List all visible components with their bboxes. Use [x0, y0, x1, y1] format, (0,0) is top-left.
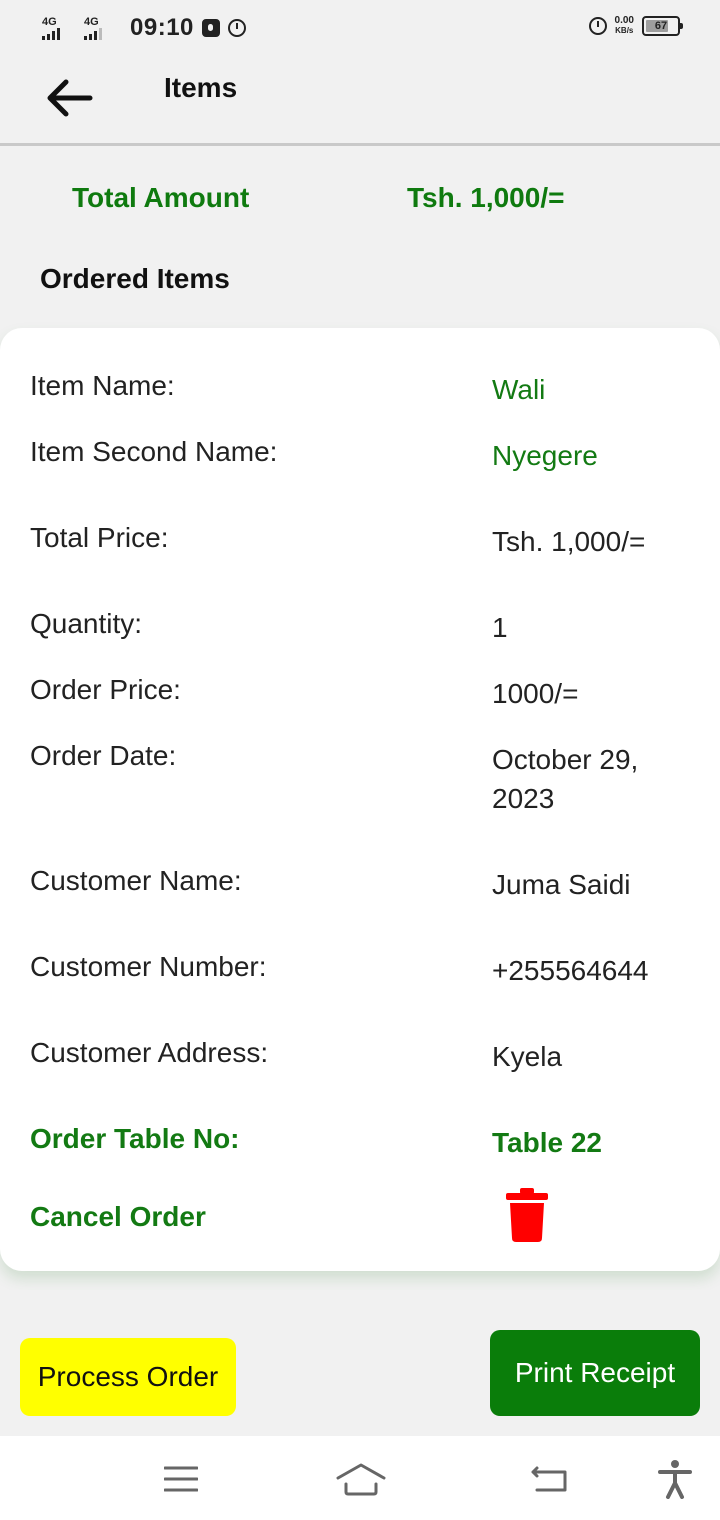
status-bar: 4G 4G 09:10 0.00 KB/s 67 — [0, 0, 720, 58]
alarm-clock-icon — [588, 17, 607, 35]
nav-home-button[interactable] — [334, 1454, 388, 1504]
item-second-name-value: Nyegere — [492, 440, 598, 471]
order-card: Item Name: Wali Item Second Name: Nyeger… — [0, 328, 720, 1271]
nav-menu-button[interactable] — [156, 1454, 206, 1504]
order-table-value: Table 22 — [492, 1127, 602, 1158]
battery-level: 67 — [654, 20, 668, 32]
signal-2: 4G — [84, 15, 118, 40]
item-name-value: Wali — [492, 374, 546, 405]
order-price-value: 1000/= — [492, 678, 579, 709]
speed-value: 0.00 — [614, 15, 634, 26]
item-name-label: Item Name: — [30, 370, 175, 401]
app-bar: Items — [0, 58, 720, 146]
customer-name-label: Customer Name: — [30, 865, 242, 896]
home-icon — [336, 1463, 386, 1496]
accessibility-icon — [658, 1460, 692, 1499]
total-amount-value: Tsh. 1,000/= — [407, 182, 565, 213]
clock-time: 09:10 — [130, 14, 194, 41]
signal-bars-icon — [42, 27, 60, 40]
nav-back-button[interactable] — [524, 1454, 574, 1504]
arrow-left-icon — [47, 79, 93, 117]
customer-address-value: Kyela — [492, 1041, 563, 1072]
trash-icon[interactable] — [506, 1188, 548, 1242]
speed-unit: KB/s — [615, 26, 634, 35]
voicemail-icon — [201, 19, 220, 37]
menu-icon — [164, 1466, 198, 1492]
battery-icon: 67 — [642, 16, 683, 36]
order-date-value: October 29, 2023 — [492, 744, 639, 814]
order-table-label: Order Table No: — [30, 1123, 240, 1154]
ordered-items-heading: Ordered Items — [40, 263, 230, 294]
back-button[interactable] — [40, 68, 100, 128]
nav-accessibility-button[interactable] — [650, 1454, 700, 1504]
customer-name-value: Juma Saidi — [492, 869, 631, 900]
order-date-label: Order Date: — [30, 740, 177, 771]
customer-address-label: Customer Address: — [30, 1037, 269, 1068]
cancel-order-label[interactable]: Cancel Order — [30, 1201, 206, 1233]
print-receipt-button[interactable]: Print Receipt — [490, 1330, 700, 1416]
signal-1: 4G — [42, 15, 76, 40]
status-left: 4G 4G 09:10 — [42, 14, 246, 42]
process-order-button[interactable]: Process Order — [20, 1338, 236, 1416]
status-right: 0.00 KB/s 67 — [588, 16, 683, 36]
back-icon — [531, 1466, 567, 1492]
page-title: Items — [164, 72, 238, 103]
network-type-2: 4G — [84, 15, 99, 28]
customer-number-label: Customer Number: — [30, 951, 267, 982]
total-price-label: Total Price: — [30, 522, 169, 553]
network-speed: 0.00 KB/s — [615, 16, 634, 36]
total-price-value: Tsh. 1,000/= — [492, 526, 646, 557]
quantity-value: 1 — [492, 612, 508, 643]
signal-bars-icon — [84, 27, 102, 40]
system-nav-bar — [0, 1436, 720, 1520]
customer-number-value: +255564644 — [492, 955, 649, 986]
item-second-name-label: Item Second Name: — [30, 436, 278, 467]
network-type-1: 4G — [42, 15, 57, 28]
total-amount-label: Total Amount — [72, 182, 250, 213]
order-price-label: Order Price: — [30, 674, 181, 705]
quantity-label: Quantity: — [30, 608, 143, 639]
alarm-icon — [227, 19, 246, 37]
